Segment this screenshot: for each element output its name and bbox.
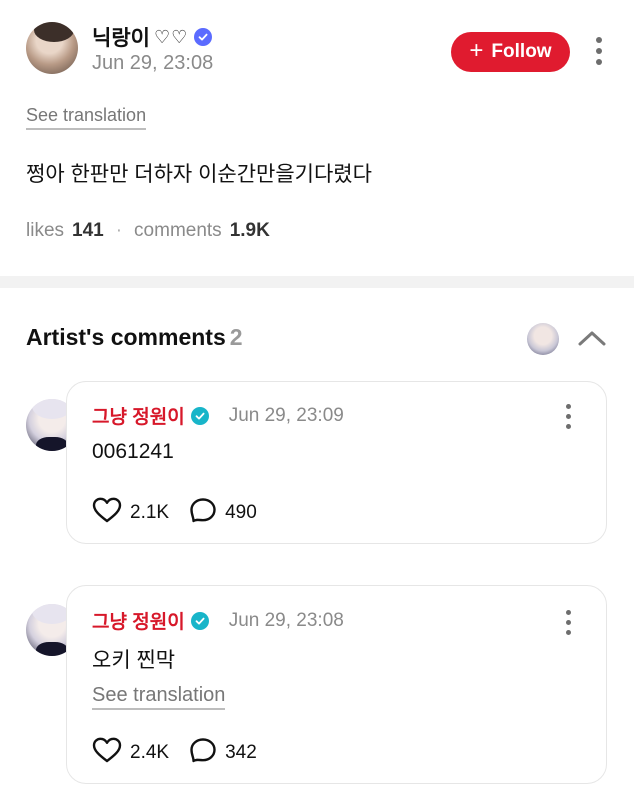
more-options-icon[interactable] <box>566 610 571 635</box>
comment-author[interactable]: 그냥 정원이 <box>92 607 185 634</box>
comment-actions: 2.4K 342 <box>92 737 277 768</box>
comment-author[interactable]: 그냥 정원이 <box>92 402 185 429</box>
post: 닉랑이 ♡♡ Jun 29, 23:08 + Follow See transl… <box>0 0 634 276</box>
like-count: 2.1K <box>130 501 170 523</box>
comment-timestamp: Jun 29, 23:09 <box>228 404 344 426</box>
comment-timestamp: Jun 29, 23:08 <box>228 609 344 631</box>
post-text: 쩡아 한판만 더하자 이순간만을기다렸다 <box>26 163 372 186</box>
follow-button[interactable]: + Follow <box>451 32 570 72</box>
heart-icon[interactable] <box>92 737 122 768</box>
artist-comments-title: Artist's comments <box>26 324 226 350</box>
author-avatar[interactable] <box>26 22 78 74</box>
reply-icon[interactable] <box>189 737 217 768</box>
author-hearts: ♡♡ <box>153 26 189 47</box>
see-translation-link[interactable]: See translation <box>92 684 226 710</box>
comment-text: 0061241 <box>92 440 174 463</box>
reply-count: 490 <box>225 501 257 523</box>
comment-header: 그냥 정원이 Jun 29, 23:09 <box>92 402 344 429</box>
likes-count[interactable]: 141 <box>72 220 104 242</box>
like-count: 2.4K <box>130 741 170 763</box>
author-row: 닉랑이 ♡♡ <box>92 22 213 52</box>
comment-header: 그냥 정원이 Jun 29, 23:08 <box>92 607 344 634</box>
comments-count[interactable]: 1.9K <box>230 220 270 242</box>
artist-comments-header: Artist's comments 2 <box>26 324 243 351</box>
reply-count: 342 <box>225 741 257 763</box>
stats-separator: · <box>115 220 123 241</box>
reply-icon[interactable] <box>189 497 217 528</box>
comments-label: comments <box>134 220 222 241</box>
post-timestamp: Jun 29, 23:08 <box>92 52 214 74</box>
more-options-icon[interactable] <box>566 404 571 429</box>
heart-icon[interactable] <box>92 497 122 528</box>
verified-badge-icon <box>190 611 209 630</box>
follow-label: Follow <box>491 41 552 62</box>
plus-icon: + <box>469 37 484 64</box>
verified-badge-icon <box>190 406 209 425</box>
likes-label: likes <box>26 220 65 241</box>
comment-text: 오키 찐막 <box>92 649 176 672</box>
chevron-up-icon[interactable] <box>577 328 607 353</box>
comment-card: 그냥 정원이 Jun 29, 23:09 0061241 2.1K 490 <box>66 381 607 544</box>
section-divider <box>0 276 634 288</box>
comment-actions: 2.1K 490 <box>92 497 277 528</box>
more-options-icon[interactable] <box>596 37 602 65</box>
author-name[interactable]: 닉랑이 <box>92 22 150 52</box>
see-translation-link[interactable]: See translation <box>26 105 147 130</box>
post-stats: likes 141 · comments 1.9K <box>26 220 270 242</box>
artist-avatar-small[interactable] <box>527 323 559 355</box>
verified-badge-icon <box>194 28 213 46</box>
artist-comments-count: 2 <box>229 324 243 350</box>
comment-card: 그냥 정원이 Jun 29, 23:08 오키 찐막 See translati… <box>66 585 607 784</box>
